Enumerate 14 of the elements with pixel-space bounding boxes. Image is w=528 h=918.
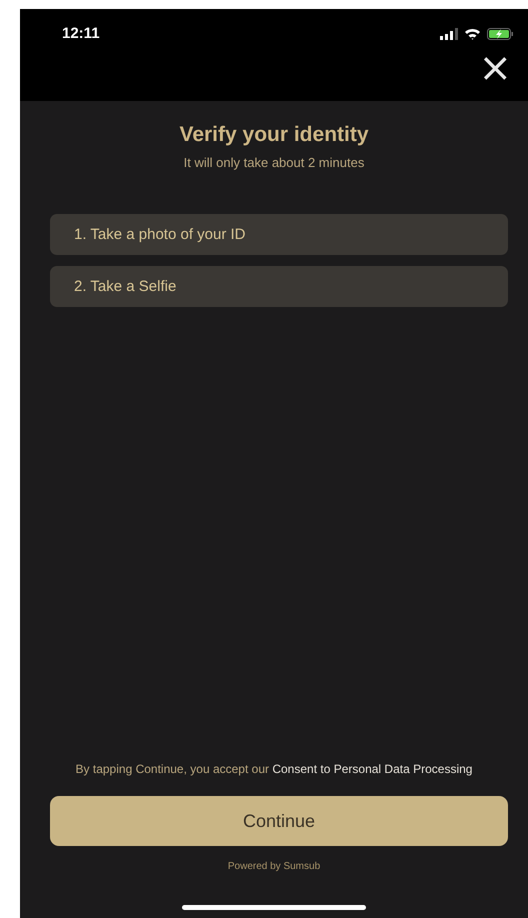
step-item[interactable]: 2. Take a Selfie — [50, 266, 508, 307]
page-subtitle: It will only take about 2 minutes — [182, 155, 366, 170]
powered-by-text: Powered by Sumsub — [226, 861, 322, 872]
close-button[interactable]: × — [478, 54, 512, 82]
step-item[interactable]: 1. Take a photo of your ID — [50, 214, 508, 255]
page-title: Verify your identity — [178, 123, 370, 147]
consent-link[interactable]: Consent to Personal Data Processing — [272, 762, 472, 776]
signal-icon — [440, 28, 458, 40]
continue-button[interactable]: Continue — [50, 796, 508, 846]
consent-text: By tapping Continue, you accept our Consent to Personal Data Processing — [74, 762, 474, 777]
wifi-icon — [464, 28, 481, 40]
home-indicator[interactable] — [182, 905, 366, 910]
battery-icon — [487, 28, 514, 40]
status-time: 12:11 — [62, 25, 100, 42]
